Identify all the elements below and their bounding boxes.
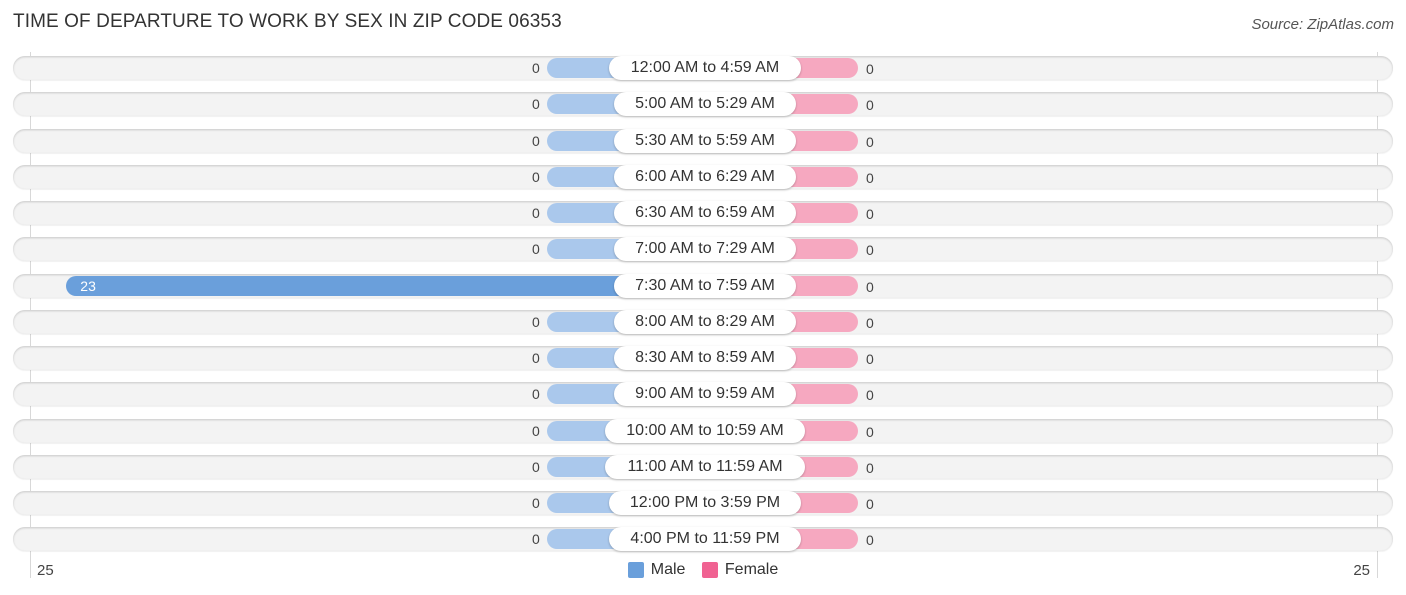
category-label: 12:00 PM to 3:59 PM bbox=[609, 491, 801, 515]
value-label-male: 0 bbox=[532, 350, 540, 366]
chart-row: 0 0 6:00 AM to 6:29 AM bbox=[13, 164, 1393, 189]
category-label: 5:30 AM to 5:59 AM bbox=[613, 128, 797, 153]
value-label-male: 0 bbox=[532, 422, 540, 439]
legend: Male Female bbox=[0, 561, 1406, 583]
value-label-female: 0 bbox=[866, 351, 874, 367]
value-label-male: 0 bbox=[532, 60, 540, 76]
value-label-female: 0 bbox=[866, 387, 874, 404]
chart-row: 0 0 10:00 AM to 10:59 AM bbox=[13, 418, 1393, 443]
chart-row: 0 0 8:00 AM to 8:29 AM bbox=[13, 309, 1393, 334]
category-label: 12:00 AM to 4:59 AM bbox=[609, 56, 801, 80]
legend-label-male: Male bbox=[650, 561, 686, 578]
category-label: 7:00 AM to 7:29 AM bbox=[613, 237, 797, 262]
value-label-female: 0 bbox=[866, 133, 874, 150]
value-label-female: 0 bbox=[866, 169, 874, 186]
value-label-male: 0 bbox=[532, 458, 540, 475]
value-label-female: 0 bbox=[866, 423, 874, 440]
category-label: 11:00 AM to 11:59 AM bbox=[605, 454, 805, 479]
value-label-male: 0 bbox=[532, 96, 540, 113]
legend-swatch-female bbox=[701, 562, 718, 578]
chart-row: 0 0 12:00 AM to 4:59 AM bbox=[13, 56, 1393, 80]
value-label-female: 0 bbox=[866, 242, 874, 259]
value-label-female: 0 bbox=[866, 459, 874, 476]
legend-item-female: Female bbox=[701, 561, 779, 579]
category-label: 6:30 AM to 6:59 AM bbox=[613, 201, 797, 225]
chart-title: TIME OF DEPARTURE TO WORK BY SEX IN ZIP … bbox=[13, 11, 562, 32]
category-label: 7:30 AM to 7:59 AM bbox=[613, 273, 797, 298]
chart-row: 0 0 6:30 AM to 6:59 AM bbox=[13, 201, 1393, 225]
value-label-male: 0 bbox=[532, 495, 540, 511]
chart-row: 0 0 7:00 AM to 7:29 AM bbox=[13, 237, 1393, 262]
value-label-female: 0 bbox=[866, 278, 874, 295]
category-label: 10:00 AM to 10:59 AM bbox=[605, 418, 805, 443]
value-label-male: 0 bbox=[532, 241, 540, 258]
value-label-male: 0 bbox=[532, 386, 540, 403]
category-label: 5:00 AM to 5:29 AM bbox=[613, 92, 797, 117]
chart-row: 23 0 7:30 AM to 7:59 AM bbox=[13, 273, 1393, 298]
category-label: 8:30 AM to 8:59 AM bbox=[613, 346, 797, 370]
category-label: 8:00 AM to 8:29 AM bbox=[613, 309, 797, 334]
category-label: 6:00 AM to 6:29 AM bbox=[613, 164, 797, 189]
chart-row: 0 0 12:00 PM to 3:59 PM bbox=[13, 491, 1393, 515]
value-label-male: 23 bbox=[80, 277, 96, 294]
category-label: 4:00 PM to 11:59 PM bbox=[609, 527, 801, 552]
chart-row: 0 0 5:30 AM to 5:59 AM bbox=[13, 128, 1393, 153]
chart-row: 0 0 11:00 AM to 11:59 AM bbox=[13, 454, 1393, 479]
value-label-female: 0 bbox=[866, 496, 874, 512]
legend-swatch-male bbox=[627, 562, 644, 578]
value-label-male: 0 bbox=[532, 313, 540, 330]
chart-row: 0 0 5:00 AM to 5:29 AM bbox=[13, 92, 1393, 117]
legend-item-male: Male bbox=[627, 561, 686, 579]
value-label-female: 0 bbox=[866, 61, 874, 77]
value-label-female: 0 bbox=[866, 97, 874, 114]
legend-label-female: Female bbox=[724, 561, 779, 578]
value-label-female: 0 bbox=[866, 532, 874, 549]
value-label-male: 0 bbox=[532, 531, 540, 548]
value-label-female: 0 bbox=[866, 206, 874, 222]
source-credit: Source: ZipAtlas.com bbox=[1251, 16, 1394, 33]
chart-row: 0 0 4:00 PM to 11:59 PM bbox=[13, 527, 1393, 552]
value-label-male: 0 bbox=[532, 168, 540, 185]
value-label-male: 0 bbox=[532, 132, 540, 149]
value-label-female: 0 bbox=[866, 314, 874, 331]
value-label-male: 0 bbox=[532, 205, 540, 221]
chart-row: 0 0 8:30 AM to 8:59 AM bbox=[13, 346, 1393, 370]
category-label: 9:00 AM to 9:59 AM bbox=[613, 382, 797, 407]
chart-row: 0 0 9:00 AM to 9:59 AM bbox=[13, 382, 1393, 407]
